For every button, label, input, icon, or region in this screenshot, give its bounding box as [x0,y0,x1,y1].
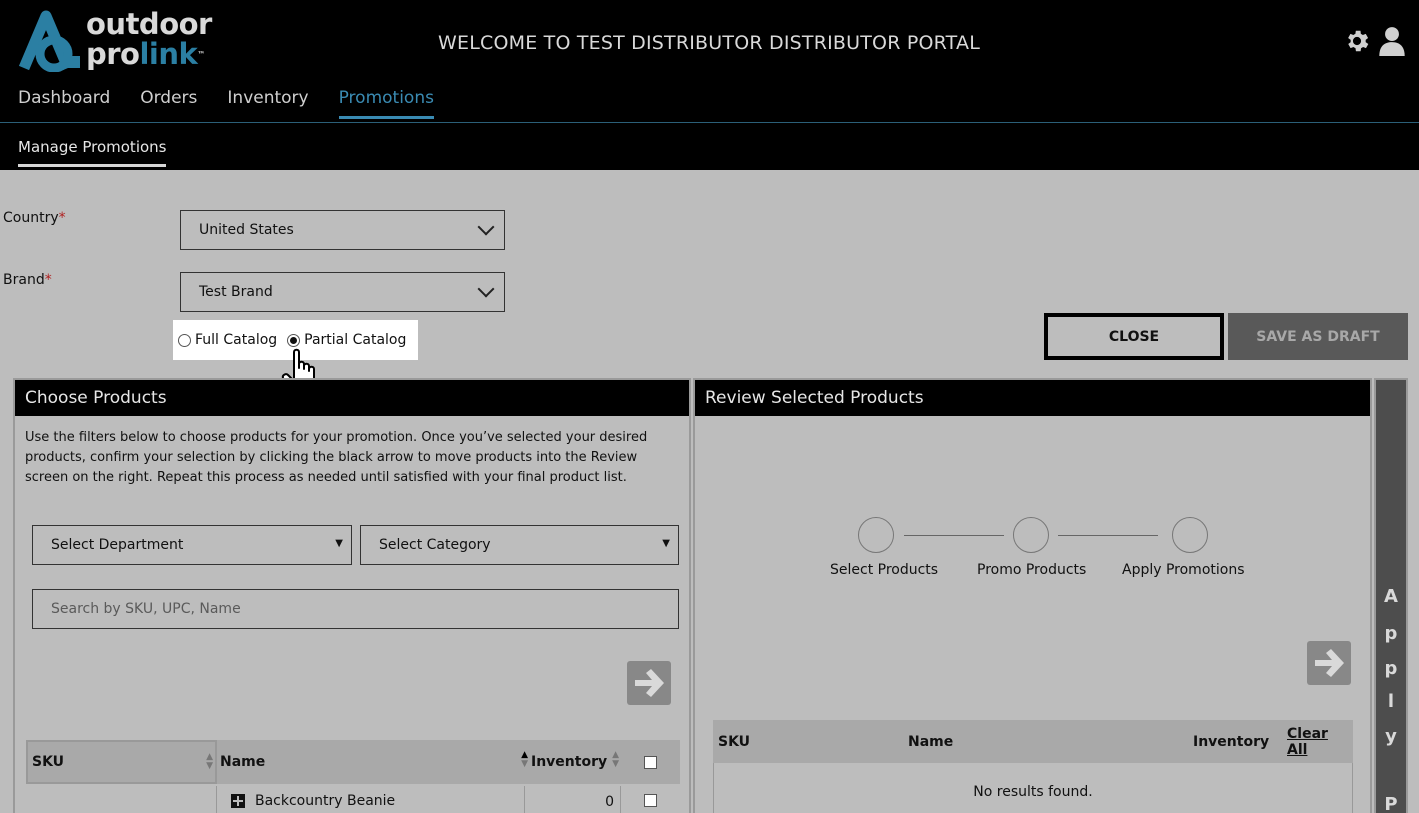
user-icon[interactable] [1378,26,1406,56]
sort-icon: ▲ ▼ [612,750,619,769]
apply-letter: y [1385,726,1397,747]
select-all-cell [621,740,680,784]
chevron-down-icon [477,218,495,236]
move-to-promo-button[interactable] [1307,641,1351,685]
logo-tm: ™ [197,50,205,59]
department-select[interactable]: Select Department ▼ [32,525,352,565]
apply-promotions-bar[interactable]: A p p l y P [1374,378,1408,813]
caret-down-icon: ▼ [662,538,670,549]
nav-inventory[interactable]: Inventory [227,88,308,119]
choose-table-header: SKU ▲ ▼ Name ▲ ▼ Inventory ▲ ▼ [26,740,680,784]
chevron-down-icon [477,280,495,298]
nav-divider [0,122,1419,123]
expand-plus-icon[interactable] [231,794,245,808]
required-mark: * [44,272,52,288]
nav-promotions[interactable]: Promotions [338,88,434,119]
row-checkbox-cell [621,794,680,811]
choose-products-panel: Choose Products Use the filters below to… [13,378,691,813]
partial-catalog-radio[interactable] [287,333,301,347]
review-table-header: SKU Name Inventory Clear All [713,720,1353,763]
department-placeholder: Select Department [51,537,184,553]
review-empty-message: No results found. [713,763,1353,813]
nav-dashboard[interactable]: Dashboard [18,88,110,119]
country-select[interactable]: United States [180,210,505,250]
choose-products-title: Choose Products [15,380,689,416]
sort-icon: ▲ ▼ [206,752,213,771]
choose-products-description: Use the filters below to choose products… [25,430,648,485]
column-name[interactable]: Name ▲ ▼ [220,740,528,784]
review-products-panel: Review Selected Products Select Products… [693,378,1372,813]
category-placeholder: Select Category [379,537,491,553]
logo-mark-icon [18,10,80,72]
arrow-right-icon [635,669,664,697]
top-header: outdoor prolink™ WELCOME TO TEST DISTRIB… [0,0,1419,170]
category-select[interactable]: Select Category ▼ [360,525,679,565]
table-row: Backcountry Beanie 0 [26,786,680,813]
apply-letter: p [1384,623,1398,644]
column-inventory[interactable]: Inventory ▲ ▼ [531,740,621,784]
logo-line1: outdoor [86,7,212,41]
full-catalog-label[interactable]: Full Catalog [195,332,277,348]
apply-letter: p [1384,658,1398,679]
step-label-select: Select Products [830,562,939,578]
move-to-review-button[interactable] [627,661,671,705]
row-inventory: 0 [524,786,621,813]
main-nav: Dashboard Orders Inventory Promotions [18,88,434,119]
tab-manage-promotions[interactable]: Manage Promotions [18,138,167,167]
review-column-name[interactable]: Name [908,720,953,763]
row-name-cell: Backcountry Beanie [231,793,395,809]
step-connector [1058,535,1158,536]
step-label-promo: Promo Products [977,562,1087,578]
review-column-inventory[interactable]: Inventory [1193,720,1269,763]
apply-letter: P [1384,794,1398,813]
caret-down-icon: ▼ [335,538,343,549]
review-column-sku[interactable]: SKU [718,720,750,763]
review-products-title: Review Selected Products [695,380,1370,416]
logo-pro: pro [86,37,140,71]
full-catalog-radio[interactable] [178,333,191,347]
row-checkbox[interactable] [644,794,657,807]
clear-all-link[interactable]: Clear All [1287,720,1353,763]
required-mark: * [58,210,66,226]
step-circle-select [858,517,894,553]
step-label-apply: Apply Promotions [1122,562,1245,578]
product-search-input[interactable]: Search by SKU, UPC, Name [32,589,679,629]
close-button[interactable]: CLOSE [1044,313,1224,360]
country-label: Country* [3,210,66,226]
outdoor-prolink-logo[interactable]: outdoor prolink™ [18,10,218,74]
portal-title: WELCOME TO TEST DISTRIBUTOR DISTRIBUTOR … [438,32,980,54]
save-as-draft-button[interactable]: SAVE AS DRAFT [1228,313,1408,360]
row-name: Backcountry Beanie [255,793,396,809]
step-circle-apply [1172,517,1208,553]
select-all-checkbox[interactable] [644,755,657,769]
brand-select[interactable]: Test Brand [180,272,505,312]
step-circle-promo [1013,517,1049,553]
arrow-right-icon [1315,649,1344,677]
apply-letter: A [1384,586,1398,607]
apply-letter: l [1387,691,1395,712]
search-placeholder: Search by SKU, UPC, Name [51,601,241,617]
brand-value: Test Brand [199,284,273,300]
country-value: United States [199,222,294,238]
logo-link: link [139,37,198,71]
column-sku[interactable]: SKU ▲ ▼ [26,740,217,784]
gear-icon[interactable] [1343,27,1371,55]
step-connector [904,535,1004,536]
sort-icon: ▲ ▼ [521,750,528,769]
nav-orders[interactable]: Orders [140,88,197,119]
partial-catalog-label[interactable]: Partial Catalog [304,332,406,348]
row-sku [26,786,217,813]
logo-wordmark: outdoor prolink™ [86,10,212,69]
brand-label: Brand* [3,272,52,288]
